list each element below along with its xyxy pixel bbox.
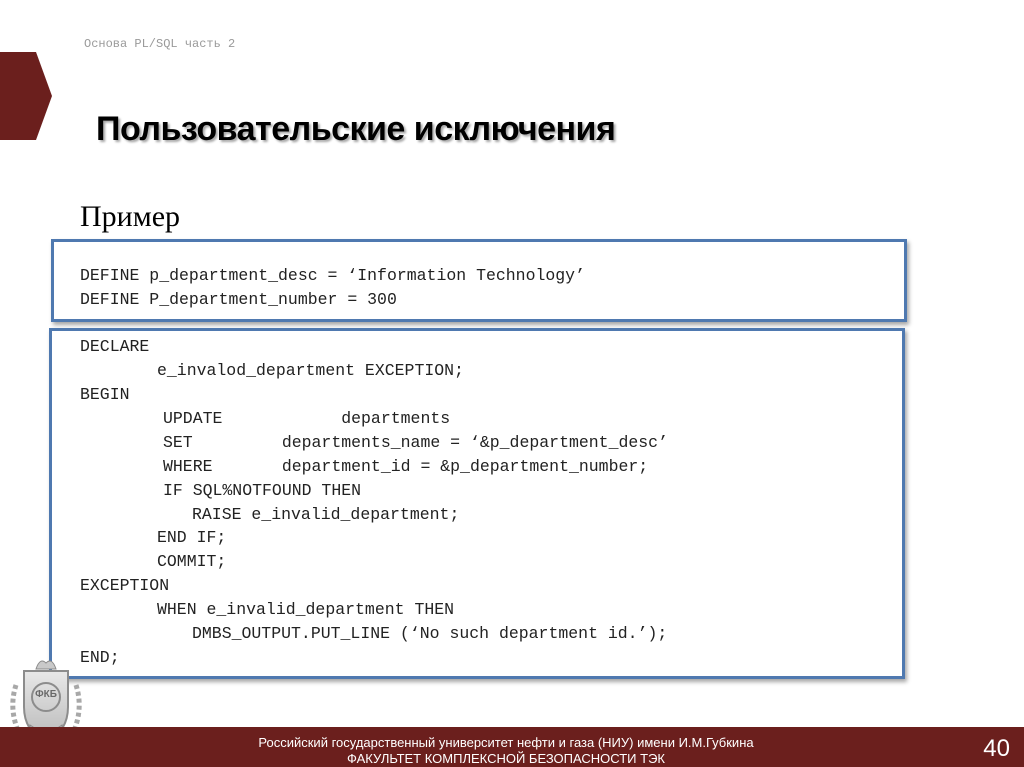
code-line: WHERE department_id = &p_department_numb… <box>163 457 649 476</box>
footer-faculty: ФАКУЛЬТЕТ КОМПЛЕКСНОЙ БЕЗОПАСНОСТИ ТЭК <box>347 751 665 766</box>
code-line: WHEN e_invalid_department THEN <box>157 600 455 619</box>
code-line: e_invalod_department EXCEPTION; <box>157 361 464 380</box>
code-line: SET departments_name = ‘&p_department_de… <box>163 433 668 452</box>
red-tab-marker <box>0 52 52 140</box>
code-line: UPDATE departments <box>163 409 451 428</box>
example-subtitle: Пример <box>80 200 181 233</box>
code-line: DEFINE p_department_desc = ‘Information … <box>80 266 585 285</box>
code-line: COMMIT; <box>157 552 227 571</box>
code-line: DECLARE <box>80 337 150 356</box>
code-line: DMBS_OUTPUT.PUT_LINE (‘No such departmen… <box>192 624 668 643</box>
course-caption: Основа PL/SQL часть 2 <box>84 37 236 51</box>
slide-title: Пользовательские исключения <box>96 110 616 148</box>
code-line: DEFINE P_department_number = 300 <box>80 290 397 309</box>
code-line: RAISE e_invalid_department; <box>192 505 460 524</box>
emblem-label: ФКБ <box>35 689 57 700</box>
page-number: 40 <box>983 735 1010 762</box>
code-line: BEGIN <box>80 385 130 404</box>
code-line: EXCEPTION <box>80 576 170 595</box>
code-line: END IF; <box>157 528 227 547</box>
footer-university: Российский государственный университет н… <box>258 735 754 750</box>
code-line: IF SQL%NOTFOUND THEN <box>163 481 362 500</box>
